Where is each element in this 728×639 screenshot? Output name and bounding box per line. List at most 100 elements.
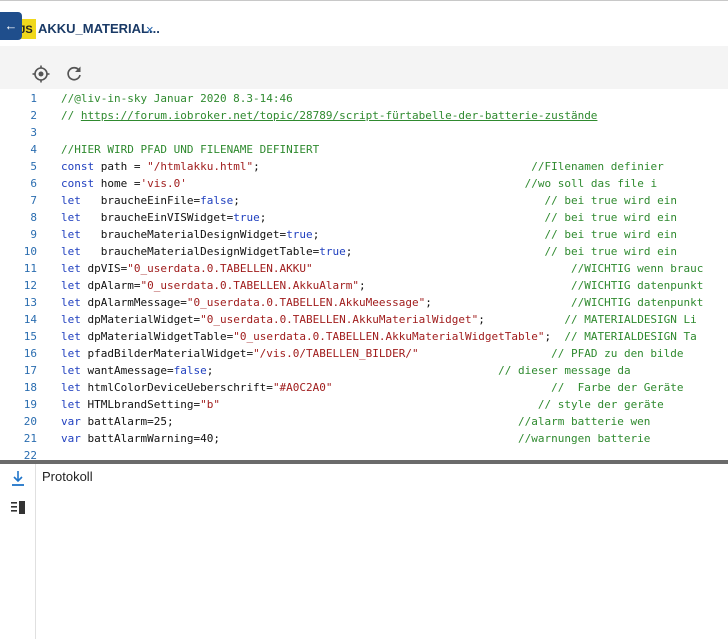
code-token: true — [286, 228, 313, 241]
code-token: dpVIS= — [80, 262, 128, 275]
code-text: let wantAmessage=false; // dieser messag… — [61, 362, 631, 379]
code-line[interactable]: 5 const path = "/htmlakku.html"; //FIlena… — [0, 158, 728, 175]
code-text: let dpVIS="0_userdata.0.TABELLEN.AKKU" /… — [61, 260, 703, 277]
code-token: let — [61, 245, 81, 258]
code-token: let — [61, 228, 81, 241]
tab-title: AKKU_MATERIAL... — [38, 21, 160, 36]
code-token: false — [173, 364, 207, 377]
line-number: 19 — [23, 398, 37, 411]
code-token: const — [61, 160, 95, 173]
protocol-side-toolbar — [0, 464, 36, 639]
code-token: let — [61, 381, 81, 394]
code-text: let HTMLbrandSetting="b" // style der ge… — [61, 396, 664, 413]
code-line[interactable]: 18 let htmlColorDeviceUeberschrift="#A0C2… — [0, 379, 728, 396]
code-line[interactable]: 15 let dpMaterialWidgetTable="0_userdata.… — [0, 328, 728, 345]
code-text: let dpAlarm="0_userdata.0.TABELLEN.AkkuA… — [61, 277, 703, 294]
log-list-icon[interactable] — [10, 500, 26, 516]
code-token: ; — [544, 330, 565, 343]
code-token: ; — [312, 228, 545, 241]
line-number: 6 — [30, 177, 37, 190]
code-token: let — [61, 262, 81, 275]
code-line[interactable]: 20 var battAlarm=25; //alarm batterie wen — [0, 413, 728, 430]
code-line[interactable]: 1 //@liv-in-sky Januar 2020 8.3-14:46 — [0, 90, 728, 107]
code-line[interactable]: 8 let braucheEinVISWidget=true; // bei tr… — [0, 209, 728, 226]
code-token: ; — [478, 313, 565, 326]
code-line[interactable]: 19 let HTMLbrandSetting="b" // style der … — [0, 396, 728, 413]
line-number: 12 — [23, 279, 37, 292]
code-token: true — [319, 245, 346, 258]
code-token: // bei true wird ein — [544, 194, 677, 207]
code-line[interactable]: 3 — [0, 124, 728, 141]
code-token: battAlarm=25; — [80, 415, 518, 428]
code-line[interactable]: 12 let dpAlarm="0_userdata.0.TABELLEN.Akk… — [0, 277, 728, 294]
code-line[interactable]: 10 let braucheMaterialDesignWidgetTable=t… — [0, 243, 728, 260]
code-line[interactable]: 16 let pfadBilderMaterialWidget="/vis.0/T… — [0, 345, 728, 362]
code-line[interactable]: 6 const home ='vis.0' //wo soll das file … — [0, 175, 728, 192]
code-token: "/vis.0/TABELLEN_BILDER/" — [253, 347, 419, 360]
code-line[interactable]: 2 // https://forum.iobroker.net/topic/287… — [0, 107, 728, 124]
code-text: // https://forum.iobroker.net/topic/2878… — [61, 107, 597, 124]
code-line[interactable]: 21 var battAlarmWarning=40; //warnungen b… — [0, 430, 728, 447]
code-token: ; — [253, 160, 532, 173]
close-tab-icon[interactable]: × — [146, 22, 154, 37]
code-token: ; — [359, 279, 571, 292]
code-token: //WICHTIG wenn brauc — [570, 262, 704, 275]
line-number: 5 — [30, 160, 37, 173]
code-token: "0_userdata.0.TABELLEN.AkkuMaterialWidge… — [233, 330, 545, 343]
line-number: 1 — [30, 92, 37, 105]
code-token: //HIER WIRD PFAD UND FILENAME DEFINIERT — [61, 143, 320, 156]
code-line[interactable]: 13 let dpAlarmMessage="0_userdata.0.TABEL… — [0, 294, 728, 311]
line-number: 8 — [30, 211, 37, 224]
code-text: //HIER WIRD PFAD UND FILENAME DEFINIERT — [61, 141, 319, 158]
code-line[interactable]: 14 let dpMaterialWidget="0_userdata.0.TAB… — [0, 311, 728, 328]
back-arrow-icon[interactable]: ← — [0, 12, 22, 40]
line-number: 16 — [23, 347, 37, 360]
tab-akku-material[interactable]: JS ← AKKU_MATERIAL... × — [0, 2, 163, 48]
code-text: let braucheEinFile=false; // bei true wi… — [61, 192, 677, 209]
code-text: let braucheEinVISWidget=true; // bei tru… — [61, 209, 677, 226]
code-token: let — [61, 211, 81, 224]
code-token: // dieser message da — [498, 364, 631, 377]
code-line[interactable]: 4 //HIER WIRD PFAD UND FILENAME DEFINIERT — [0, 141, 728, 158]
code-token: 'vis.0' — [140, 177, 187, 190]
code-line[interactable]: 9 let braucheMaterialDesignWidget=true; /… — [0, 226, 728, 243]
code-token: //FIlenamen definier — [531, 160, 664, 173]
code-token: let — [61, 296, 81, 309]
code-token: let — [61, 364, 81, 377]
code-token: ; — [345, 245, 545, 258]
code-token: ; — [259, 211, 545, 224]
code-token: wantAmessage= — [80, 364, 174, 377]
crosshair-icon[interactable] — [32, 65, 50, 83]
line-number: 17 — [23, 364, 37, 377]
line-number: 21 — [23, 432, 37, 445]
code-text: let dpAlarmMessage="0_userdata.0.TABELLE… — [61, 294, 703, 311]
refresh-icon[interactable] — [65, 65, 83, 83]
code-token: HTMLbrandSetting= — [80, 398, 201, 411]
code-line[interactable]: 7 let braucheEinFile=false; // bei true w… — [0, 192, 728, 209]
code-token: // bei true wird ein — [544, 211, 677, 224]
code-link[interactable]: https://forum.iobroker.net/topic/28789/s… — [81, 109, 598, 122]
code-line[interactable]: 17 let wantAmessage=false; // dieser mess… — [0, 362, 728, 379]
code-line[interactable]: 22 — [0, 447, 728, 460]
code-token: braucheMaterialDesignWidget= — [80, 228, 287, 241]
code-text: let braucheMaterialDesignWidget=true; //… — [61, 226, 677, 243]
code-token: braucheEinFile= — [80, 194, 201, 207]
script-editor-app: JS ← AKKU_MATERIAL... × 1 //@liv-in-sky J… — [0, 0, 728, 639]
tab-toolbar-gap — [0, 46, 728, 56]
code-token: // style der geräte — [537, 398, 664, 411]
code-token: //WICHTIG datenpunkt — [570, 296, 704, 309]
code-text: const path = "/htmlakku.html"; //FIlenam… — [61, 158, 664, 175]
code-line[interactable]: 11 let dpVIS="0_userdata.0.TABELLEN.AKKU"… — [0, 260, 728, 277]
code-token: dpMaterialWidgetTable= — [80, 330, 234, 343]
code-token: //warnungen batterie — [517, 432, 651, 445]
code-token: // Farbe der Geräte — [551, 381, 684, 394]
tab-bar: JS ← AKKU_MATERIAL... × — [0, 0, 728, 48]
line-number: 15 — [23, 330, 37, 343]
line-number: 11 — [23, 262, 37, 275]
code-token: let — [61, 194, 81, 207]
download-to-bottom-icon[interactable] — [10, 470, 26, 486]
code-token: false — [200, 194, 234, 207]
code-editor[interactable]: 1 //@liv-in-sky Januar 2020 8.3-14:46 2 // … — [0, 89, 728, 460]
